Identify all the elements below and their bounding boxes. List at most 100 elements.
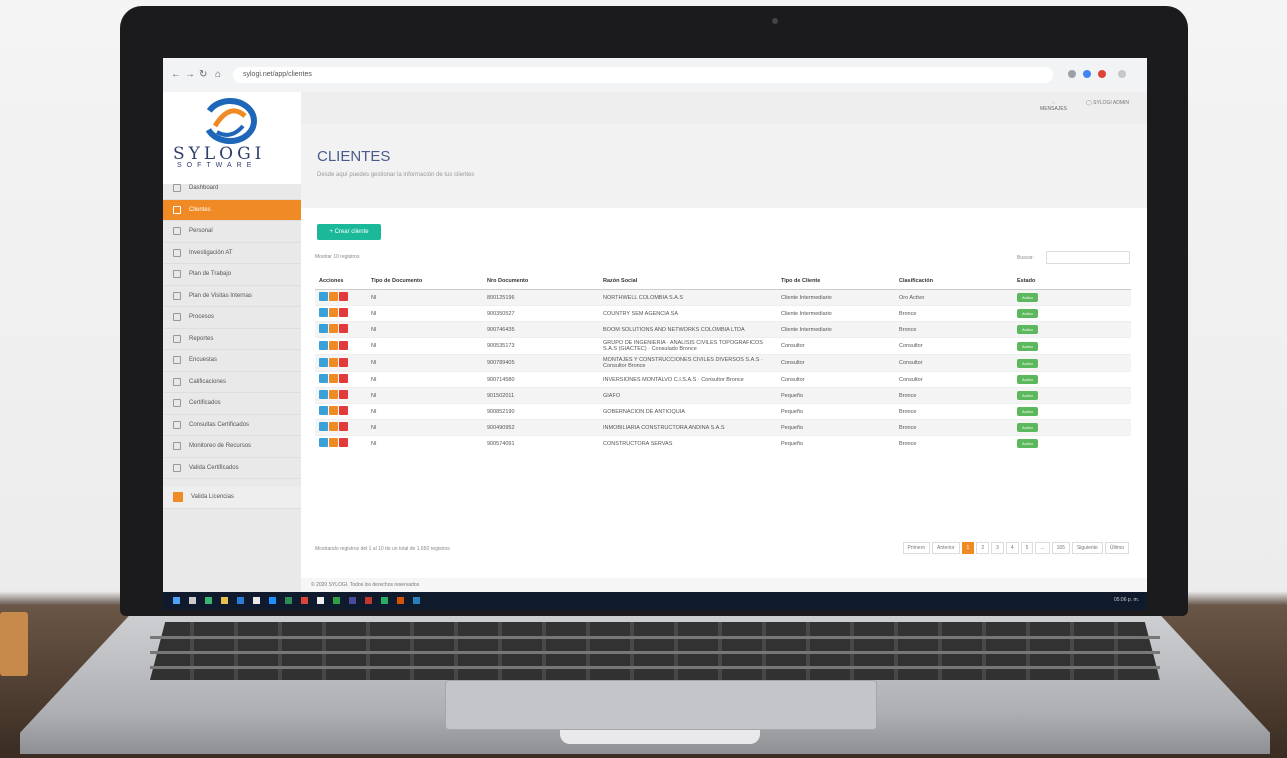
- edit-button[interactable]: [329, 438, 338, 447]
- cell-tipo-cliente: Pequeño: [777, 419, 895, 436]
- sidebar-item-calificaciones[interactable]: Calificaciones: [163, 372, 301, 393]
- view-button[interactable]: [319, 390, 328, 399]
- view-button[interactable]: [319, 308, 328, 317]
- delete-button[interactable]: [339, 340, 348, 350]
- column-header[interactable]: Nro Documento: [483, 272, 599, 290]
- edit-button[interactable]: [329, 292, 338, 301]
- search-input[interactable]: [1046, 251, 1130, 264]
- view-button[interactable]: [319, 324, 328, 333]
- pagination-item[interactable]: ...: [1035, 542, 1050, 554]
- forward-icon[interactable]: →: [185, 69, 195, 80]
- pagination-item[interactable]: Primero: [902, 542, 931, 554]
- delete-button[interactable]: [339, 324, 348, 333]
- pagination-item[interactable]: 2: [976, 542, 990, 554]
- excel-icon[interactable]: [333, 597, 340, 604]
- edit-button[interactable]: [329, 308, 338, 317]
- pagination-item[interactable]: 165: [1051, 542, 1070, 554]
- address-bar[interactable]: sylogi.net/app/clientes: [233, 67, 1053, 83]
- edit-button[interactable]: [329, 374, 338, 383]
- sidebar-item-valida-certificados[interactable]: Valida Certificados: [163, 458, 301, 479]
- cell-razon-social: COUNTRY SEM AGENCIA SA: [599, 305, 777, 322]
- delete-button[interactable]: [339, 438, 348, 447]
- sidebar-item-plan-trabajo[interactable]: Plan de Trabajo: [163, 264, 301, 286]
- column-header[interactable]: Tipo de Documento: [367, 272, 483, 290]
- sidebar-item-procesos[interactable]: Procesos: [163, 307, 301, 329]
- view-button[interactable]: [319, 406, 328, 415]
- delete-button[interactable]: [339, 357, 348, 367]
- delete-button[interactable]: [339, 292, 348, 301]
- sidebar-item-certificados[interactable]: Certificados: [163, 393, 301, 415]
- sidebar-item-encuestas[interactable]: Encuestas: [163, 350, 301, 372]
- edit-button[interactable]: [329, 324, 338, 333]
- pagination-item[interactable]: 5: [1020, 542, 1034, 554]
- sidebar-item-label: Valida Certificados: [189, 464, 239, 471]
- extension-icon[interactable]: [1083, 70, 1091, 78]
- pagination-item[interactable]: Siguiente: [1071, 542, 1103, 554]
- delete-button[interactable]: [339, 390, 348, 399]
- sidebar-item-dashboard[interactable]: Dashboard: [163, 178, 301, 200]
- delete-button[interactable]: [339, 308, 348, 317]
- view-button[interactable]: [319, 340, 328, 350]
- chrome-icon[interactable]: [301, 597, 308, 604]
- sidebar-item-monitoreo[interactable]: Monitoreo de Recursos: [163, 436, 301, 458]
- app-icon[interactable]: [237, 597, 244, 604]
- back-icon[interactable]: ←: [171, 69, 181, 80]
- extension-icon[interactable]: [1068, 70, 1076, 78]
- sidebar-item-investigacion[interactable]: Investigación AT: [163, 243, 301, 264]
- view-button[interactable]: [319, 422, 328, 431]
- pagination-item[interactable]: 1: [961, 542, 975, 554]
- edit-button[interactable]: [329, 390, 338, 399]
- edit-button[interactable]: [329, 340, 338, 350]
- sidebar-item-consultas[interactable]: Consultas Certificados: [163, 415, 301, 436]
- app-icon[interactable]: [397, 597, 404, 604]
- sidebar-item-plan-visitas[interactable]: Plan de Visitas Internas: [163, 286, 301, 307]
- cell-clasificacion: Consultor: [895, 371, 1013, 388]
- column-header[interactable]: Estado: [1013, 272, 1131, 290]
- extension-icon[interactable]: [1098, 70, 1106, 78]
- column-header[interactable]: Tipo de Cliente: [777, 272, 895, 290]
- folder-icon[interactable]: [221, 597, 228, 604]
- search-icon[interactable]: [189, 597, 196, 604]
- pagination-item[interactable]: Último: [1104, 542, 1129, 554]
- pagination-item[interactable]: Anterior: [932, 542, 960, 554]
- app-icon[interactable]: [269, 597, 276, 604]
- cell-nro-documento: 900789405: [483, 354, 599, 372]
- sidebar-item-reportes[interactable]: Reportes: [163, 329, 301, 350]
- pagination-item[interactable]: 4: [1005, 542, 1019, 554]
- edit-button[interactable]: [329, 406, 338, 415]
- taskbar-clock[interactable]: 05:06 p. m.: [1114, 597, 1139, 603]
- app-icon[interactable]: [413, 597, 420, 604]
- menu-icon[interactable]: [1118, 70, 1126, 78]
- app-icon[interactable]: [365, 597, 372, 604]
- pagination-item[interactable]: 3: [991, 542, 1004, 554]
- app-icon[interactable]: [285, 597, 292, 604]
- app-icon[interactable]: [317, 597, 324, 604]
- column-header[interactable]: Clasificación: [895, 272, 1013, 290]
- messages-button[interactable]: ◌ MENSAJES: [1040, 100, 1067, 112]
- edit-button[interactable]: [329, 422, 338, 431]
- column-header[interactable]: Razón Social: [599, 272, 777, 290]
- sidebar-item-valida-licencias[interactable]: Valida Licencias: [163, 487, 301, 509]
- delete-button[interactable]: [339, 374, 348, 383]
- app-icon[interactable]: [205, 597, 212, 604]
- sidebar-item-clientes[interactable]: Clientes: [163, 199, 301, 221]
- view-button[interactable]: [319, 438, 328, 447]
- view-button[interactable]: [319, 357, 328, 367]
- edit-button[interactable]: [329, 357, 338, 367]
- delete-button[interactable]: [339, 406, 348, 415]
- view-button[interactable]: [319, 292, 328, 301]
- view-button[interactable]: [319, 374, 328, 383]
- home-icon[interactable]: ⌂: [215, 69, 221, 80]
- page-length-select[interactable]: Mostrar 10 registros: [315, 254, 359, 260]
- user-menu[interactable]: ◯ SYLOGI ADMIN: [1086, 100, 1129, 106]
- delete-button[interactable]: [339, 422, 348, 431]
- column-header[interactable]: Acciones: [315, 272, 367, 290]
- reload-icon[interactable]: ↻: [199, 69, 207, 80]
- windows-start-icon[interactable]: [173, 597, 180, 604]
- app-icon[interactable]: [253, 597, 260, 604]
- cell-nro-documento: 900350527: [483, 305, 599, 322]
- app-icon[interactable]: [349, 597, 356, 604]
- app-icon[interactable]: [381, 597, 388, 604]
- sidebar-item-personal[interactable]: Personal: [163, 221, 301, 243]
- new-client-button[interactable]: + Crear cliente: [317, 224, 381, 240]
